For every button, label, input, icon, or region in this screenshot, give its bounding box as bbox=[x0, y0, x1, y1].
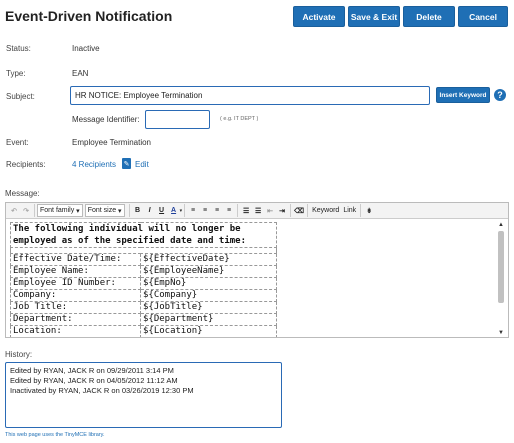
scroll-down-icon[interactable]: ▼ bbox=[496, 329, 506, 337]
message-heading: The following individual will no longer … bbox=[10, 222, 277, 248]
numbered-list-icon[interactable]: ☰ bbox=[252, 204, 264, 217]
message-identifier-label: Message Identifier: bbox=[72, 115, 140, 124]
event-value: Employee Termination bbox=[72, 138, 152, 147]
table-row: Location: ${Location} bbox=[10, 325, 277, 337]
history-label: History: bbox=[5, 350, 33, 359]
align-center-icon[interactable]: ≡ bbox=[199, 204, 211, 217]
cancel-button[interactable]: Cancel bbox=[458, 6, 508, 27]
recipients-label: Recipients: bbox=[6, 160, 46, 169]
link-button[interactable]: Link bbox=[341, 204, 358, 217]
italic-icon[interactable]: I bbox=[144, 204, 156, 217]
text-color-dropdown-icon[interactable]: ▾ bbox=[180, 204, 183, 217]
history-line: Edited by RYAN, JACK R on 04/05/2012 11:… bbox=[10, 376, 178, 385]
message-identifier-input[interactable] bbox=[145, 110, 210, 129]
edit-icon[interactable]: ✎ bbox=[122, 158, 131, 169]
history-line: Edited by RYAN, JACK R on 09/29/2011 3:1… bbox=[10, 366, 174, 375]
edit-recipients-link[interactable]: Edit bbox=[135, 160, 149, 169]
table-row: Job Title: ${JobTitle} bbox=[10, 301, 277, 314]
outdent-icon[interactable]: ⇤ bbox=[264, 204, 276, 217]
table-row: Employee Name: ${EmployeeName} bbox=[10, 265, 277, 278]
redo-icon[interactable]: ↷ bbox=[20, 204, 32, 217]
table-row: Company: ${Company} bbox=[10, 289, 277, 302]
underline-icon[interactable]: U bbox=[156, 204, 168, 217]
table-row: Employee ID Number: ${EmpNo} bbox=[10, 277, 277, 290]
table-row: Department: ${Department} bbox=[10, 313, 277, 326]
bullet-list-icon[interactable]: ☰ bbox=[240, 204, 252, 217]
delete-button[interactable]: Delete bbox=[403, 6, 455, 27]
history-line: Inactivated by RYAN, JACK R on 03/26/201… bbox=[10, 386, 194, 395]
align-right-icon[interactable]: ≡ bbox=[211, 204, 223, 217]
font-size-select[interactable]: Font size ▾ bbox=[84, 204, 125, 217]
status-label: Status: bbox=[6, 44, 31, 53]
insert-keyword-button[interactable]: Insert Keyword bbox=[436, 87, 490, 103]
message-editor[interactable]: ↶ ↷ Font family ▾ Font size ▾ B I U A ▾ … bbox=[5, 202, 509, 338]
align-left-icon[interactable]: ≡ bbox=[187, 204, 199, 217]
editor-scrollbar[interactable]: ▲ ▼ bbox=[496, 221, 506, 337]
event-label: Event: bbox=[6, 138, 29, 147]
keyword-button[interactable]: Keyword bbox=[310, 204, 341, 217]
text-color-icon[interactable]: A bbox=[168, 204, 180, 217]
bold-icon[interactable]: B bbox=[132, 204, 144, 217]
status-value: Inactive bbox=[72, 44, 100, 53]
subject-label: Subject: bbox=[6, 92, 35, 101]
more-icon[interactable]: ⇟ bbox=[363, 204, 375, 217]
recipients-link[interactable]: 4 Recipients bbox=[72, 160, 116, 169]
clear-format-icon[interactable]: ⌫ bbox=[293, 204, 305, 217]
help-icon[interactable]: ? bbox=[494, 89, 506, 101]
activate-button[interactable]: Activate bbox=[293, 6, 345, 27]
align-justify-icon[interactable]: ≡ bbox=[223, 204, 235, 217]
type-value: EAN bbox=[72, 69, 89, 78]
message-identifier-hint: ( e.g. IT DEPT ) bbox=[220, 116, 259, 122]
indent-icon[interactable]: ⇥ bbox=[276, 204, 288, 217]
message-table: The following individual will no longer … bbox=[10, 222, 277, 337]
type-label: Type: bbox=[6, 69, 26, 78]
scroll-thumb[interactable] bbox=[498, 231, 504, 303]
undo-icon[interactable]: ↶ bbox=[8, 204, 20, 217]
scroll-up-icon[interactable]: ▲ bbox=[496, 221, 506, 229]
history-textarea[interactable]: Edited by RYAN, JACK R on 09/29/2011 3:1… bbox=[5, 362, 282, 428]
message-label: Message: bbox=[5, 189, 40, 198]
tinymce-notice: This web page uses the TinyMCE library. bbox=[5, 432, 105, 438]
table-row: Effective Date/Time: ${EffectiveDate} bbox=[10, 253, 277, 266]
editor-content[interactable]: The following individual will no longer … bbox=[8, 221, 493, 337]
editor-toolbar: ↶ ↷ Font family ▾ Font size ▾ B I U A ▾ … bbox=[6, 203, 508, 219]
page-title: Event-Driven Notification bbox=[5, 8, 173, 24]
subject-input[interactable]: HR NOTICE: Employee Termination bbox=[70, 86, 430, 105]
font-family-select[interactable]: Font family ▾ bbox=[37, 204, 83, 217]
save-exit-button[interactable]: Save & Exit bbox=[348, 6, 400, 27]
